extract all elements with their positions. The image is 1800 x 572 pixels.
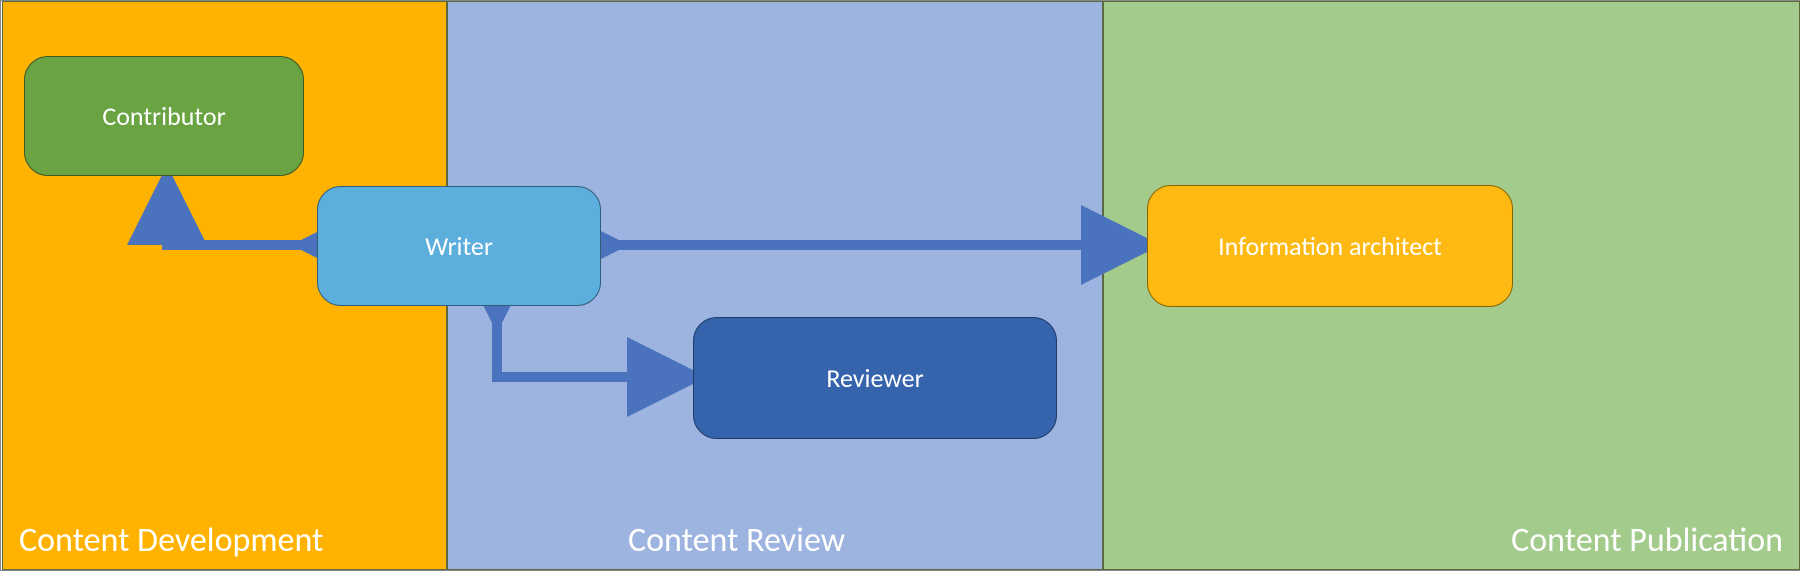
node-writer: Writer bbox=[317, 186, 601, 306]
diagram-stage: Content Development Content Review Conte… bbox=[0, 0, 1800, 571]
node-label-contributor: Contributor bbox=[102, 100, 225, 132]
node-architect: Information architect bbox=[1147, 185, 1513, 307]
panel-label-development: Content Development bbox=[19, 520, 323, 561]
node-label-architect: Information architect bbox=[1218, 230, 1442, 262]
node-contributor: Contributor bbox=[24, 56, 304, 176]
panel-label-publication: Content Publication bbox=[1511, 520, 1783, 561]
node-reviewer: Reviewer bbox=[693, 317, 1057, 439]
node-label-reviewer: Reviewer bbox=[826, 362, 923, 394]
panel-label-review: Content Review bbox=[628, 520, 845, 561]
node-label-writer: Writer bbox=[425, 230, 493, 262]
